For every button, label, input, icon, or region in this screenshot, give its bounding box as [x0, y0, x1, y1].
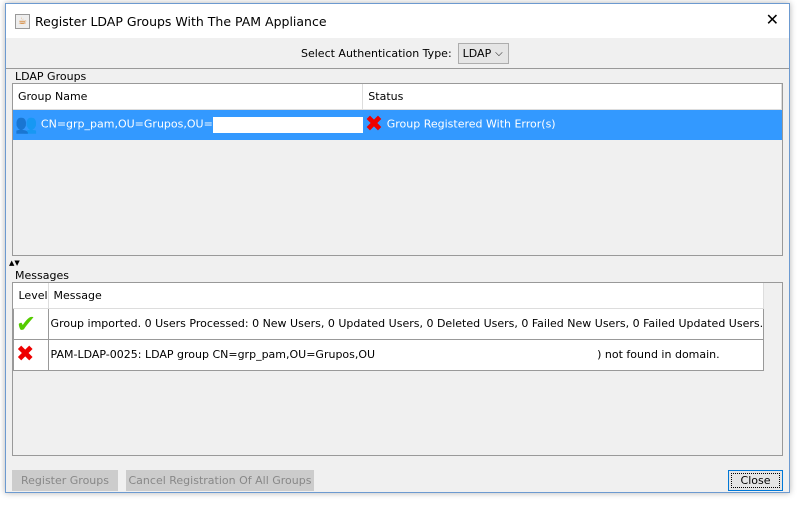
table-row[interactable]: 👥 CN=grp_pam,OU=Grupos,OU= ✖ Group Regis… [13, 109, 782, 140]
message-text: Group imported. 0 Users Processed: 0 New… [47, 307, 765, 340]
table-row[interactable]: ✖ PAM-LDAP-0025: LDAP group CN=grp_pam,O… [13, 338, 765, 371]
auth-type-label: Select Authentication Type: [301, 47, 452, 60]
register-groups-button[interactable]: Register Groups [12, 470, 118, 491]
error-icon: ✖ [16, 342, 35, 367]
group-icon: 👥 [15, 114, 38, 136]
column-message[interactable]: Message [48, 283, 765, 309]
redacted [375, 346, 598, 363]
check-icon: ✔ [16, 309, 37, 338]
close-button[interactable]: Close [728, 470, 783, 491]
splitter-handle[interactable]: ▲▼ [9, 259, 20, 267]
column-group-name[interactable]: Group Name [13, 84, 364, 110]
title-bar: ☕ Register LDAP Groups With The PAM Appl… [6, 4, 789, 38]
messages-table[interactable]: Level Message ✔ Group imported. 0 Users P… [12, 282, 783, 456]
auth-type-row: Select Authentication Type: LDAP ⌵ [301, 43, 509, 64]
close-icon[interactable]: ✕ [766, 10, 779, 29]
group-status: Group Registered With Error(s) [386, 117, 556, 131]
auth-type-select[interactable]: LDAP ⌵ [457, 43, 509, 64]
ldap-groups-table[interactable]: Group Name Status 👥 CN=grp_pam,OU=Grupos,… [12, 83, 783, 256]
auth-type-value: LDAP [462, 47, 492, 60]
redacted [212, 116, 363, 133]
messages-label: Messages [15, 269, 69, 282]
divider [6, 68, 789, 69]
column-level[interactable]: Level [13, 283, 49, 309]
table-row[interactable]: ✔ Group imported. 0 Users Processed: 0 N… [13, 307, 765, 340]
error-icon: ✖ [364, 112, 384, 138]
chevron-down-icon: ⌵ [495, 48, 503, 59]
cancel-registration-button[interactable]: Cancel Registration Of All Groups [126, 470, 314, 491]
column-status[interactable]: Status [362, 84, 782, 110]
java-icon: ☕ [15, 14, 30, 29]
message-text: PAM-LDAP-0025: LDAP group CN=grp_pam,OU=… [50, 347, 376, 361]
register-ldap-dialog: ☕ Register LDAP Groups With The PAM Appl… [5, 3, 790, 493]
ldap-groups-label: LDAP Groups [15, 70, 87, 83]
group-name: CN=grp_pam,OU=Grupos,OU= [40, 117, 213, 131]
message-text-tail: ) not found in domain. [597, 347, 720, 361]
window-title: Register LDAP Groups With The PAM Applia… [35, 14, 327, 29]
